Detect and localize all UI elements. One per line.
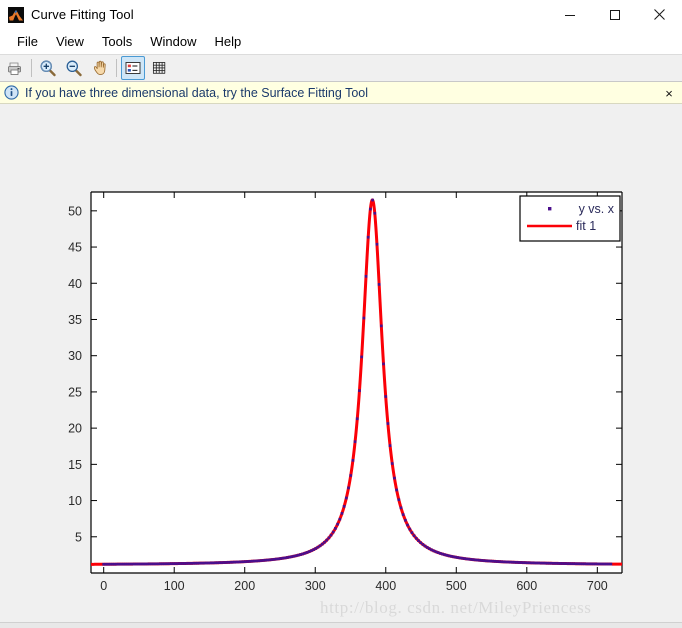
zoom-out-button[interactable] xyxy=(62,56,86,80)
legend-toggle-button[interactable] xyxy=(121,56,145,80)
curve-fitting-tool-window: Curve Fitting Tool File View Tools Windo… xyxy=(0,0,682,628)
title-bar: Curve Fitting Tool xyxy=(0,0,682,29)
menu-item-file[interactable]: File xyxy=(8,32,47,52)
menu-item-help[interactable]: Help xyxy=(206,32,251,52)
y-axis-tick-label: 15 xyxy=(68,458,82,472)
print-button[interactable] xyxy=(3,56,27,80)
hand-pan-icon xyxy=(94,60,106,75)
plot-legend[interactable]: y vs. x fit 1 xyxy=(519,195,621,242)
y-axis-tick-label: 45 xyxy=(68,241,82,255)
legend-icon xyxy=(125,62,141,74)
matlab-icon xyxy=(8,6,24,23)
zoom-in-button[interactable] xyxy=(36,56,60,80)
status-strip xyxy=(0,622,682,628)
x-axis-tick-label: 100 xyxy=(164,579,185,593)
info-banner-text: If you have three dimensional data, try … xyxy=(25,85,369,100)
x-axis-tick-label: 500 xyxy=(446,579,467,593)
toolbar-separator xyxy=(116,59,117,77)
toolbar-separator xyxy=(31,59,32,77)
close-button[interactable] xyxy=(637,0,682,29)
pan-button[interactable] xyxy=(88,56,112,80)
menu-bar: File View Tools Window Help xyxy=(0,29,682,54)
y-axis-tick-label: 25 xyxy=(68,385,82,399)
y-axis-tick-label: 20 xyxy=(68,422,82,436)
action-button-row: Data... Fitting... Exclude... Plotting..… xyxy=(0,104,682,257)
info-icon xyxy=(4,85,19,100)
y-axis-tick-label: 10 xyxy=(68,494,82,508)
zoom-in-icon xyxy=(40,60,56,77)
menu-item-tools[interactable]: Tools xyxy=(93,32,141,52)
y-axis-tick-label: 5 xyxy=(75,530,82,544)
window-controls xyxy=(547,0,682,29)
x-axis-tick-label: 0 xyxy=(100,579,107,593)
info-banner: If you have three dimensional data, try … xyxy=(0,82,682,104)
y-axis-tick-label: 30 xyxy=(68,349,82,363)
fit-plot[interactable]: 51015202530354045500 100 200 300 400 500 600 70… xyxy=(0,176,682,628)
y-axis-tick-label: 50 xyxy=(68,204,82,218)
x-axis-tick-label: 200 xyxy=(234,579,255,593)
maximize-button[interactable] xyxy=(592,0,637,29)
grid-icon xyxy=(152,62,166,74)
watermark-text: http://blog. csdn. net/MileyPriencess xyxy=(320,598,592,617)
plot-panel: 5 10 15 20 25 30 35 40 45 50 0 100 200 300 400 500 600 70… xyxy=(0,176,682,628)
banner-close-button[interactable]: × xyxy=(660,82,678,104)
x-axis-tick-label: 700 xyxy=(587,579,608,593)
x-axis-tick-label: 300 xyxy=(305,579,326,593)
printer-icon xyxy=(8,62,21,75)
y-axis-tick-label: 35 xyxy=(68,313,82,327)
x-axis-tick-label: 400 xyxy=(375,579,396,593)
minimize-button[interactable] xyxy=(547,0,592,29)
legend-label-fit: fit 1 xyxy=(576,219,596,233)
legend-label-data: y vs. x xyxy=(579,202,615,216)
x-axis-tick-label: 600 xyxy=(516,579,537,593)
grid-toggle-button[interactable] xyxy=(147,56,171,80)
window-title: Curve Fitting Tool xyxy=(31,7,134,22)
menu-item-view[interactable]: View xyxy=(47,32,93,52)
menu-item-window[interactable]: Window xyxy=(141,32,205,52)
y-axis-tick-label: 40 xyxy=(68,277,82,291)
zoom-out-icon xyxy=(66,60,82,77)
toolbar xyxy=(0,54,682,82)
